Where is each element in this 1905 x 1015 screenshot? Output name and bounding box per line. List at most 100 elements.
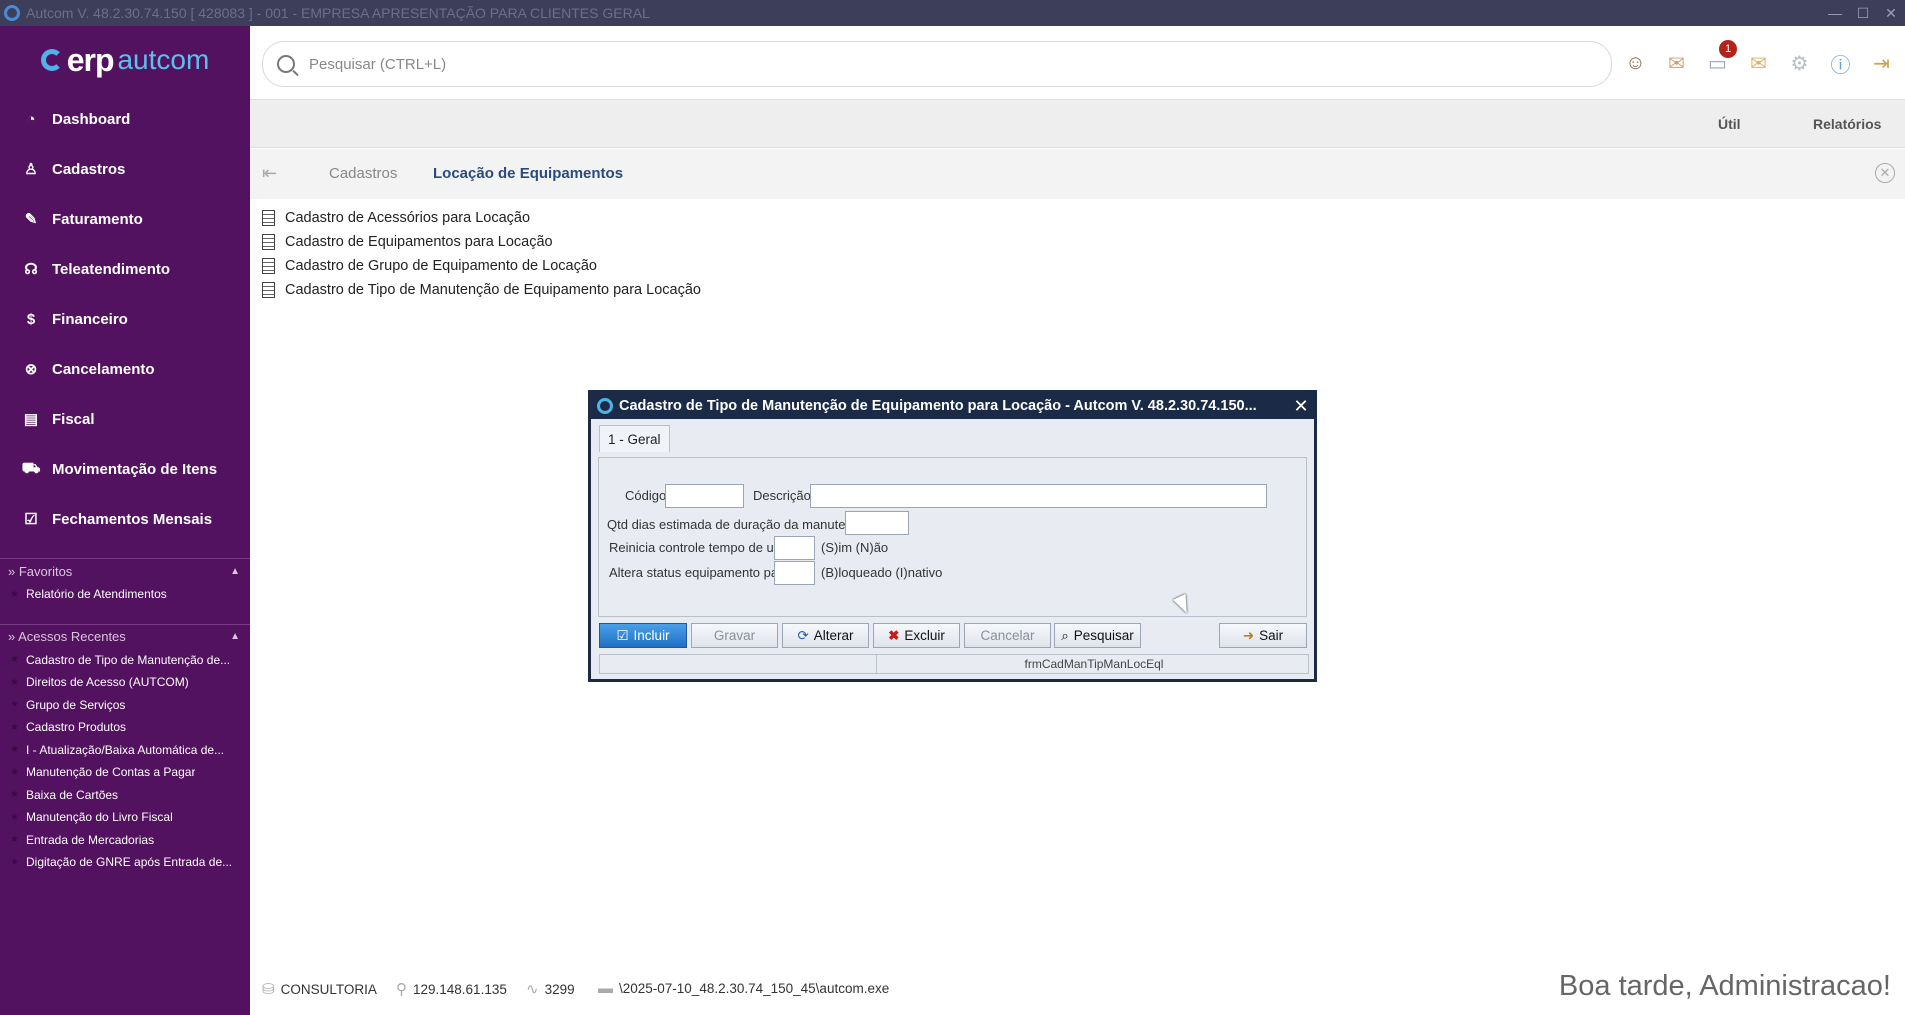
star-icon[interactable]: ★ <box>10 699 26 710</box>
list-item-label: I - Atualização/Baixa Automática de... <box>26 742 225 757</box>
star-icon[interactable]: ★ <box>10 722 26 733</box>
maximize-button[interactable]: ☐ <box>1849 5 1877 22</box>
info-icon[interactable]: ⓘ <box>1825 48 1856 79</box>
excluir-button[interactable]: ✖ Excluir <box>873 623 960 648</box>
sidebar-item-fechamentos-mensais[interactable]: ☑ Fechamentos Mensais <box>0 494 250 544</box>
sidebar-menu: ◔ Dashboard ♙ Cadastros ✎ Faturamento ☊ Teleate… <box>0 94 250 544</box>
app-icon <box>597 398 613 414</box>
exit-icon: ➜ <box>1242 627 1255 643</box>
breadcrumb-parent[interactable]: Cadastros <box>329 165 397 182</box>
list-item[interactable]: ★ Relatório de Atendimentos <box>0 583 250 606</box>
list-item-label: Direitos de Acesso (AUTCOM) <box>26 675 189 690</box>
favorites-list: ★ Relatório de Atendimentos <box>0 583 250 606</box>
star-icon[interactable]: ★ <box>10 857 26 868</box>
sidebar-item-financeiro[interactable]: $ Financeiro <box>0 294 250 344</box>
content-link[interactable]: Cadastro de Acessórios para Locação <box>262 206 701 230</box>
list-item[interactable]: ★ Baixa de Cartões <box>0 784 250 807</box>
form-panel: Código Descrição Qtd dias estimada de du… <box>598 457 1307 617</box>
calendar-check-icon: ☑ <box>24 511 38 528</box>
list-item[interactable]: ★ Digitação de GNRE após Entrada de... <box>0 851 250 874</box>
tab-geral[interactable]: 1 - Geral <box>599 425 670 452</box>
database-icon: ⛁ <box>262 981 275 998</box>
list-item[interactable]: ★ Cadastro de Tipo de Manutenção de... <box>0 649 250 672</box>
close-tab-icon[interactable]: ✕ <box>1875 163 1895 183</box>
sidebar-item-dashboard[interactable]: ◔ Dashboard <box>0 94 250 144</box>
list-item[interactable]: ★ Manutenção do Livro Fiscal <box>0 806 250 829</box>
status-footer: ⛁ CONSULTORIA ⚲ 129.148.61.135 ∿ 3299 ▬ \202… <box>250 970 1905 1010</box>
sidebar-item-label: Fechamentos Mensais <box>52 510 213 528</box>
sidebar-item-movimenta-o-de-itens[interactable]: ⛟ Movimentação de Itens <box>0 444 250 494</box>
star-icon[interactable]: ★ <box>10 589 26 600</box>
dollar-icon: $ <box>26 310 36 328</box>
star-icon[interactable]: ★ <box>10 677 26 688</box>
alterar-button[interactable]: ⟳ Alterar <box>782 623 869 648</box>
document-icon <box>262 210 275 226</box>
support-agent-icon[interactable]: ☺ <box>1620 48 1651 79</box>
search-input[interactable]: Pesquisar (CTRL+L) <box>309 56 446 73</box>
refresh-icon: ⟳ <box>797 627 809 643</box>
chat-icon[interactable]: ▭ 1 <box>1702 40 1737 79</box>
form-name: frmCadManTipManLocEql <box>1024 657 1164 671</box>
incluir-button[interactable]: ☑ Incluir <box>599 623 687 648</box>
logout-icon[interactable]: ⇥ <box>1866 48 1897 79</box>
ip-info: ⚲ 129.148.61.135 <box>396 980 507 998</box>
open-mail-icon[interactable]: ✉ <box>1661 48 1692 79</box>
sidebar-item-teleatendimento[interactable]: ☊ Teleatendimento <box>0 244 250 294</box>
qtd-dias-input[interactable] <box>845 511 909 535</box>
content-link[interactable]: Cadastro de Tipo de Manutenção de Equipa… <box>262 278 701 302</box>
list-item[interactable]: ★ Cadastro Produtos <box>0 716 250 739</box>
cancelar-button[interactable]: Cancelar <box>964 623 1051 648</box>
list-item[interactable]: ★ Grupo de Serviços <box>0 694 250 717</box>
collapse-arrow-icon[interactable]: ▲ <box>230 631 240 642</box>
list-item[interactable]: ★ Entrada de Mercadorias <box>0 829 250 852</box>
star-icon[interactable]: ★ <box>10 744 26 755</box>
list-item[interactable]: ★ I - Atualização/Baixa Automática de... <box>0 739 250 762</box>
gear-icon[interactable]: ⚙ <box>1784 48 1815 79</box>
descricao-input[interactable] <box>810 484 1267 508</box>
menu-reports[interactable]: Relatórios <box>1813 116 1881 132</box>
sidebar-item-cancelamento[interactable]: ⊗ Cancelamento <box>0 344 250 394</box>
content-link[interactable]: Cadastro de Grupo de Equipamento de Loca… <box>262 254 701 278</box>
pesquisar-button[interactable]: ⌕ Pesquisar <box>1054 623 1141 648</box>
list-item-label: Entrada de Mercadorias <box>26 832 155 847</box>
codigo-input[interactable] <box>665 484 744 508</box>
sidebar-item-faturamento[interactable]: ✎ Faturamento <box>0 194 250 244</box>
dialog-close-button[interactable]: ✕ <box>1288 396 1314 417</box>
list-item[interactable]: ★ Direitos de Acesso (AUTCOM) <box>0 671 250 694</box>
back-icon[interactable]: ⇤ <box>262 163 277 184</box>
star-icon[interactable]: ★ <box>10 834 26 845</box>
mail-icon[interactable]: ✉ <box>1743 48 1774 79</box>
list-item-label: Digitação de GNRE após Entrada de... <box>26 855 233 870</box>
recent-header[interactable]: » Acessos Recentes ▲ <box>0 625 250 649</box>
sidebar-item-fiscal[interactable]: ▤ Fiscal <box>0 394 250 444</box>
collapse-arrow-icon[interactable]: ▲ <box>230 566 240 577</box>
window-close-button[interactable]: ✕ <box>1877 5 1905 22</box>
star-icon[interactable]: ★ <box>10 767 26 778</box>
gravar-button[interactable]: Gravar <box>691 623 778 648</box>
star-icon[interactable]: ★ <box>10 789 26 800</box>
list-item-label: Relatório de Atendimentos <box>26 587 167 602</box>
star-icon[interactable]: ★ <box>10 654 26 665</box>
reinicia-input[interactable] <box>774 536 815 560</box>
document-icon <box>262 258 275 274</box>
minimize-button[interactable]: — <box>1821 5 1849 21</box>
list-item-label: Baixa de Cartões <box>26 787 119 802</box>
content-link[interactable]: Cadastro de Equipamentos para Locação <box>262 230 701 254</box>
pesquisar-label: Pesquisar <box>1073 628 1134 643</box>
sidebar: erp autcom ◔ Dashboard ♙ Cadastros ✎ Faturame… <box>0 26 250 1015</box>
content-list: Cadastro de Acessórios para Locação Cadas… <box>262 206 701 302</box>
star-icon[interactable]: ★ <box>10 812 26 823</box>
favorites-header[interactable]: » Favoritos ▲ <box>0 559 250 583</box>
excluir-label: Excluir <box>904 628 945 643</box>
list-item[interactable]: ★ Manutenção de Contas a Pagar <box>0 761 250 784</box>
cancelar-label: Cancelar <box>980 628 1035 643</box>
sidebar-item-label: Fiscal <box>52 410 95 428</box>
menu-util[interactable]: Útil <box>1718 116 1741 132</box>
altera-input[interactable] <box>774 561 815 585</box>
tag-icon: ✎ <box>24 211 38 228</box>
recent-section: » Acessos Recentes ▲ ★ Cadastro de Tipo d… <box>0 623 250 874</box>
search-bar[interactable]: Pesquisar (CTRL+L) <box>262 41 1612 87</box>
port-info: ∿ 3299 <box>526 980 575 998</box>
sidebar-item-cadastros[interactable]: ♙ Cadastros <box>0 144 250 194</box>
sair-button[interactable]: ➜ Sair <box>1219 623 1307 648</box>
